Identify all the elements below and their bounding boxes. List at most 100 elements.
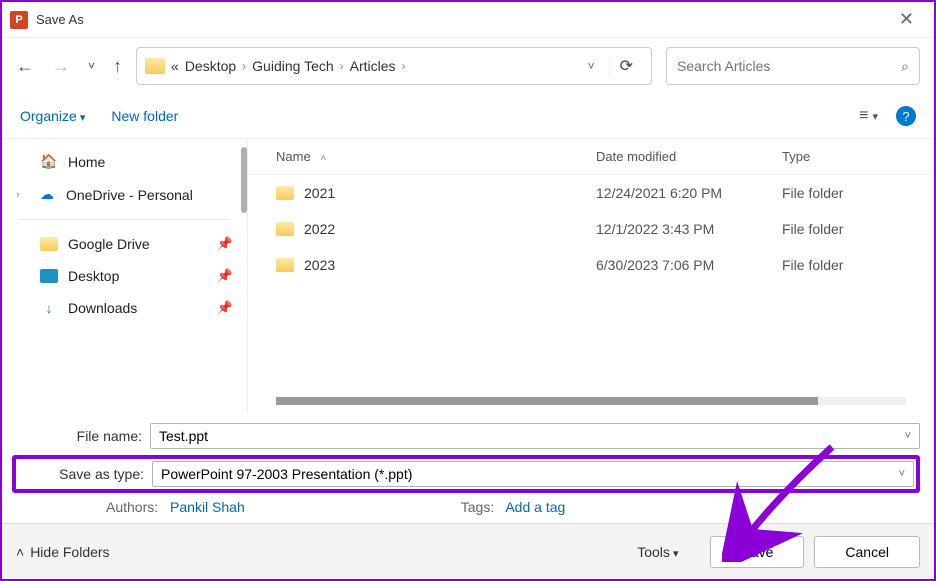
footer: ˄ Hide Folders Tools Save Cancel [2,523,934,579]
folder-icon [40,237,58,251]
chevron-right-icon[interactable]: › [242,59,246,73]
sidebar-item-label: Google Drive [68,236,150,252]
tags-label: Tags: [461,499,494,515]
chevron-right-icon[interactable]: › [340,59,344,73]
expand-icon[interactable]: › [16,189,28,201]
column-header-type[interactable]: Type [782,149,906,164]
file-name-row: File name: Test.ppt ˅ [16,423,920,449]
column-header-name[interactable]: Name ˄ [276,149,596,164]
address-bar[interactable]: « Desktop › Guiding Tech › Articles › ˅ … [136,47,652,85]
chevron-up-icon: ˄ [16,544,24,560]
close-button[interactable]: ✕ [887,5,926,34]
sidebar-item-desktop[interactable]: Desktop 📌 [2,260,247,292]
breadcrumb-item[interactable]: Desktop [185,58,236,74]
save-type-label: Save as type: [18,466,152,482]
window-title: Save As [36,12,84,27]
dropdown-icon[interactable]: ˅ [899,468,905,480]
cloud-icon: ☁ [38,186,56,203]
help-icon[interactable]: ? [896,106,916,126]
save-as-dialog: P Save As ✕ ← → ˅ ↑ « Desktop › Guiding … [0,0,936,581]
sidebar-item-gdrive[interactable]: Google Drive 📌 [2,228,247,260]
new-folder-button[interactable]: New folder [111,108,178,124]
tags-value[interactable]: Add a tag [505,499,565,515]
authors-value[interactable]: Pankil Shah [170,499,245,515]
file-name: 2022 [304,221,335,237]
metadata-row: Authors: Pankil Shah Tags: Add a tag [16,493,920,515]
sidebar-item-onedrive[interactable]: › ☁ OneDrive - Personal [2,178,247,211]
sidebar-item-home[interactable]: 🏠 Home [2,145,247,178]
save-type-row: Save as type: PowerPoint 97-2003 Present… [18,461,914,487]
title-bar: P Save As ✕ [2,2,934,38]
folder-icon [276,258,294,272]
sidebar: 🏠 Home › ☁ OneDrive - Personal Google Dr… [2,139,248,413]
pin-icon: 📌 [217,300,233,316]
refresh-button[interactable]: ⟳ [609,56,643,76]
up-button[interactable]: ↑ [113,56,122,77]
navigation-row: ← → ˅ ↑ « Desktop › Guiding Tech › Artic… [2,38,934,94]
authors-label: Authors: [106,499,158,515]
save-type-value: PowerPoint 97-2003 Presentation (*.ppt) [161,466,412,482]
scrollbar-thumb[interactable] [276,397,818,405]
organize-menu[interactable]: Organize [20,108,85,124]
file-rows: 2021 12/24/2021 6:20 PM File folder 2022… [248,175,934,283]
file-name-label: File name: [16,428,150,444]
folder-icon [276,186,294,200]
file-name: 2021 [304,185,335,201]
cancel-button[interactable]: Cancel [814,536,920,568]
file-type: File folder [782,221,906,237]
pin-icon: 📌 [217,236,233,252]
forward-button[interactable]: → [52,56,70,77]
toolbar: Organize New folder ≡ ▾ ? [2,94,934,138]
chevron-right-icon[interactable]: › [402,59,406,73]
sort-asc-icon: ˄ [320,153,326,164]
hide-folders-label: Hide Folders [30,544,109,560]
search-input[interactable] [677,58,901,74]
save-type-field[interactable]: PowerPoint 97-2003 Presentation (*.ppt) … [152,461,914,487]
column-headers: Name ˄ Date modified Type [248,139,934,175]
file-list: Name ˄ Date modified Type 2021 12/24/202… [248,139,934,413]
breadcrumb-item[interactable]: Guiding Tech [252,58,333,74]
pin-icon: 📌 [217,268,233,284]
file-name-value: Test.ppt [159,428,208,444]
search-box[interactable]: ⌕ [666,47,920,85]
view-mode-button[interactable]: ≡ ▾ [859,107,878,125]
desktop-icon [40,269,58,283]
recent-dropdown[interactable]: ˅ [88,59,95,73]
save-button[interactable]: Save [710,536,804,568]
file-name-field[interactable]: Test.ppt ˅ [150,423,920,449]
sidebar-item-label: Desktop [68,268,119,284]
breadcrumb-root-glyph: « [171,58,179,74]
dropdown-icon[interactable]: ˅ [905,430,911,442]
address-dropdown[interactable]: ˅ [580,59,603,73]
file-date: 6/30/2023 7:06 PM [596,257,782,273]
breadcrumb: « Desktop › Guiding Tech › Articles › [171,58,406,74]
horizontal-scrollbar[interactable] [276,397,906,405]
tools-menu[interactable]: Tools [637,544,678,560]
breadcrumb-item[interactable]: Articles [350,58,396,74]
file-date: 12/1/2022 3:43 PM [596,221,782,237]
table-row[interactable]: 2023 6/30/2023 7:06 PM File folder [276,247,906,283]
file-type: File folder [782,185,906,201]
sidebar-item-label: Downloads [68,300,137,316]
hide-folders-button[interactable]: ˄ Hide Folders [16,544,110,560]
sidebar-scrollbar[interactable] [241,147,247,213]
folder-icon [145,58,165,74]
sidebar-item-label: OneDrive - Personal [66,187,193,203]
table-row[interactable]: 2021 12/24/2021 6:20 PM File folder [276,175,906,211]
sidebar-item-downloads[interactable]: ↓ Downloads 📌 [2,292,247,324]
divider [20,219,229,220]
nav-arrows: ← → ˅ ↑ [16,56,122,77]
file-date: 12/24/2021 6:20 PM [596,185,782,201]
form-area: File name: Test.ppt ˅ Save as type: Powe… [2,413,934,523]
file-name: 2023 [304,257,335,273]
sidebar-item-label: Home [68,154,105,170]
main-area: 🏠 Home › ☁ OneDrive - Personal Google Dr… [2,138,934,413]
back-button[interactable]: ← [16,56,34,77]
folder-icon [276,222,294,236]
powerpoint-icon: P [10,11,28,29]
annotation-highlight: Save as type: PowerPoint 97-2003 Present… [12,455,920,493]
table-row[interactable]: 2022 12/1/2022 3:43 PM File folder [276,211,906,247]
search-icon[interactable]: ⌕ [901,58,909,75]
column-header-date[interactable]: Date modified [596,149,782,164]
home-icon: 🏠 [40,153,58,170]
